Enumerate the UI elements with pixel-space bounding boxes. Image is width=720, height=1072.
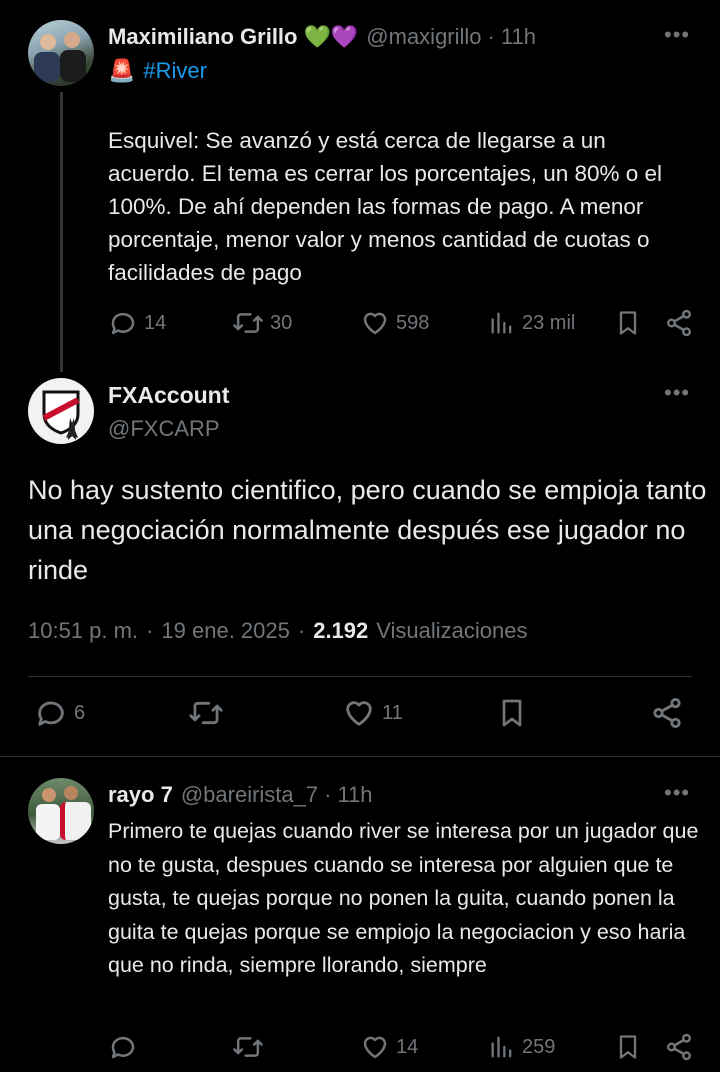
views-label: Visualizaciones [376,618,528,643]
reply-tweet-text: Primero te quejas cuando river se intere… [108,819,699,977]
author-name[interactable]: Maximiliano Grillo [108,24,297,50]
reply-icon [38,701,64,726]
tweet-time[interactable]: 10:51 p. m. [28,618,138,644]
reply-button[interactable] [108,1032,138,1062]
views-count: 259 [522,1035,556,1058]
reply-count: 6 [74,701,86,724]
views-button[interactable]: 23 mil [488,308,575,338]
views-chart-icon [491,1036,512,1058]
separator-dot: · [297,618,306,643]
divider [28,676,692,677]
share-icon [667,309,691,337]
bookmark-button[interactable] [614,308,642,338]
bookmark-button[interactable] [496,696,528,730]
author-handle[interactable]: @FXCARP [108,416,220,442]
repost-button[interactable] [232,1032,264,1062]
views-count: 2.192 [313,618,369,643]
avatar-rayo7[interactable] [28,778,94,844]
repost-icon [233,313,263,333]
bookmark-icon [619,311,637,335]
heart-icon [363,1036,387,1059]
like-button[interactable]: 14 [360,1032,418,1062]
river-shield-logo [42,390,80,440]
avatar-maximiliano[interactable] [28,20,94,86]
reply-actions: 14 259 [108,1032,696,1068]
heart-icon [363,312,387,335]
main-actions: 6 11 [28,696,692,736]
parent-header: Maximiliano Grillo 💚💜 @maxigrillo · 11h [108,22,536,52]
heart-badges-icon: 💚💜 [303,24,359,49]
repost-icon [189,701,223,725]
separator-dot: · [487,24,495,49]
timestamp[interactable]: 11h [501,24,536,50]
repost-button[interactable] [188,696,224,730]
reply-button[interactable]: 14 [108,308,166,338]
reply-icon [111,312,135,335]
share-icon [653,697,681,729]
repost-count: 30 [270,311,293,334]
reply-header: rayo 7 @bareirista_7 · 11h [108,780,373,810]
reply-count: 14 [144,311,167,334]
hashtag-line: 🚨 #River [108,58,207,84]
author-handle[interactable]: @bareirista_7 [181,782,318,808]
timestamp[interactable]: 11h [337,782,372,808]
like-button[interactable]: 598 [360,308,429,338]
thread-line [60,92,63,372]
more-options-icon[interactable]: ••• [664,22,690,48]
reply-button[interactable]: 6 [34,696,85,730]
siren-icon: 🚨 [108,58,136,83]
heart-icon [346,701,372,726]
tweet-date[interactable]: 19 ene. 2025 [161,618,289,644]
bookmark-icon [502,699,522,727]
repost-icon [233,1037,263,1057]
like-count: 11 [382,701,403,724]
reply-icon [111,1036,135,1059]
hashtag-link[interactable]: #River [143,58,207,84]
share-button[interactable] [664,1032,694,1062]
tweet-meta: 10:51 p. m. · 19 ene. 2025 · 2.192 Visua… [28,618,528,644]
separator-dot: · [324,782,332,807]
share-button[interactable] [664,308,694,338]
author-name[interactable]: rayo 7 [108,782,173,808]
like-count: 14 [396,1035,419,1058]
separator-dot: · [146,618,154,643]
avatar-fxaccount[interactable] [28,378,94,444]
like-button[interactable]: 11 [342,696,403,730]
parent-actions: 14 30 598 23 mil [108,308,696,344]
repost-button[interactable]: 30 [232,308,292,338]
share-button[interactable] [650,696,684,730]
main-tweet-text: No hay sustento cientifico, pero cuando … [28,475,707,585]
bookmark-icon [619,1035,637,1059]
author-name[interactable]: FXAccount [108,382,229,409]
author-handle[interactable]: @maxigrillo [366,24,481,50]
more-options-icon[interactable]: ••• [664,380,690,406]
views-chart-icon [491,312,512,334]
bookmark-button[interactable] [614,1032,642,1062]
views-count: 23 mil [522,311,576,334]
divider [0,756,720,757]
parent-tweet-text: Esquivel: Se avanzó y está cerca de lleg… [108,128,663,285]
share-icon [667,1033,691,1061]
like-count: 598 [396,311,430,334]
more-options-icon[interactable]: ••• [664,780,690,806]
views-button[interactable]: 259 [488,1032,555,1062]
